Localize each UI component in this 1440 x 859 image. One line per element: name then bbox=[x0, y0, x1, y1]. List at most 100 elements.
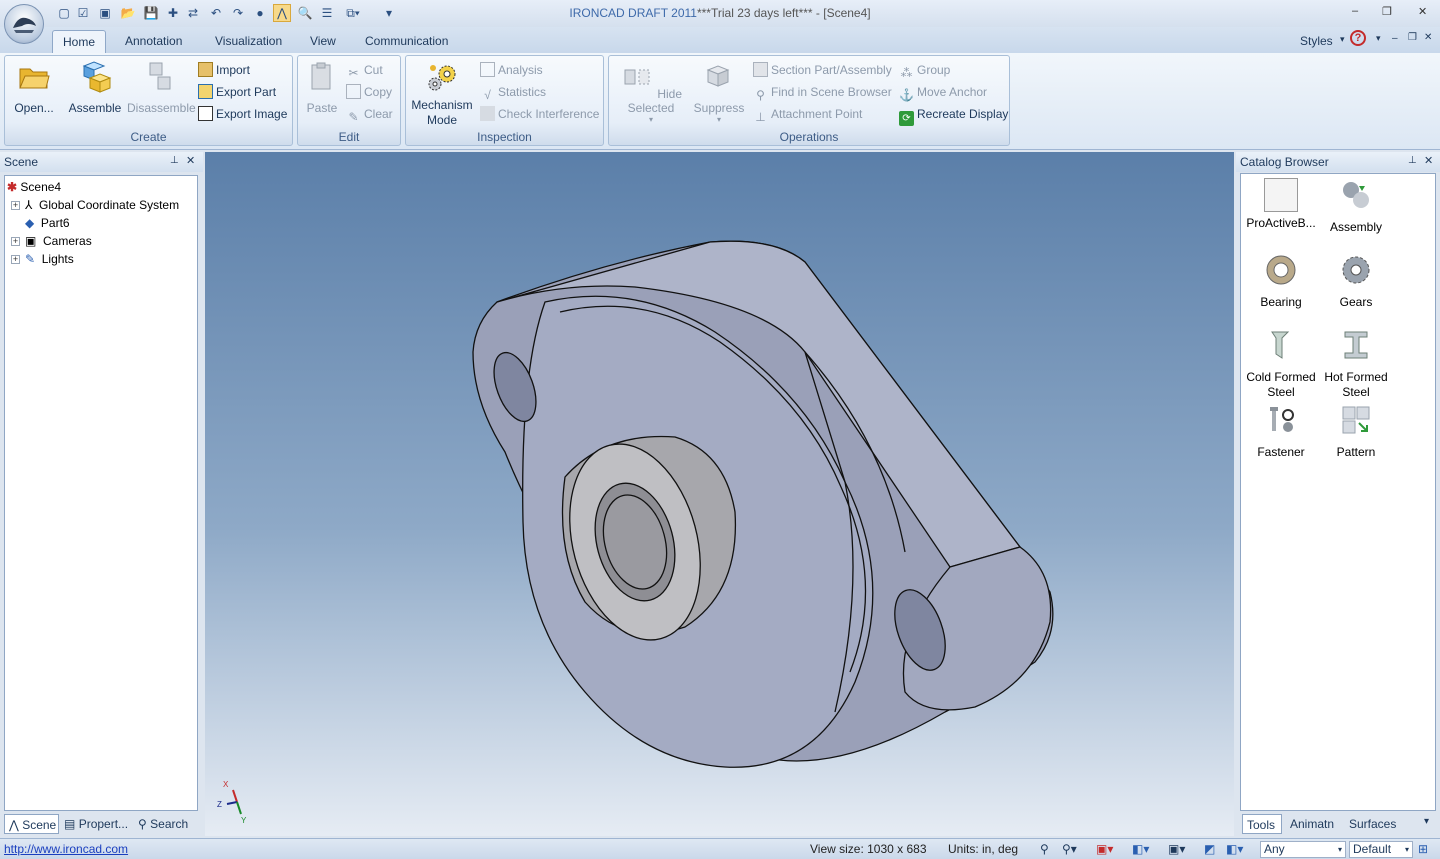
render-mode-icon[interactable]: ◧▾ bbox=[1132, 842, 1149, 856]
check-interference-button[interactable]: Check Interference bbox=[480, 105, 599, 123]
tab-scene[interactable]: ⋀ Scene bbox=[4, 814, 59, 834]
assembly-catalog-icon bbox=[1343, 182, 1369, 208]
tree-item-scene4[interactable]: ✱ Scene4 bbox=[7, 178, 61, 196]
attachment-point-button[interactable]: ⊥ Attachment Point bbox=[753, 105, 862, 124]
import-icon bbox=[198, 62, 213, 77]
display-mode-icon[interactable]: ◧▾ bbox=[1226, 842, 1243, 856]
paste-button[interactable]: Paste bbox=[302, 60, 342, 115]
ribbon-close-icon[interactable]: ✕ bbox=[1424, 32, 1432, 43]
tree-item-global-coordinate-system[interactable]: ⅄ Global Coordinate System bbox=[25, 196, 179, 214]
suppress-button[interactable]: Suppress ▾ bbox=[693, 60, 745, 124]
view-mode-icon[interactable]: ▣▾ bbox=[1096, 842, 1113, 856]
search-icon: ⚲ bbox=[138, 817, 147, 831]
analysis-button[interactable]: Analysis bbox=[480, 61, 543, 79]
catalog-tabs-dropdown-icon[interactable]: ▾ bbox=[1424, 816, 1429, 827]
ribbon-minimize-icon[interactable]: – bbox=[1392, 33, 1398, 44]
section-part-button[interactable]: Section Part/Assembly bbox=[753, 61, 892, 79]
export-part-icon bbox=[198, 84, 213, 99]
help-icon[interactable]: ? bbox=[1350, 30, 1366, 46]
selection-filter-select[interactable]: Any ▾ bbox=[1260, 841, 1346, 858]
tree-item-part6[interactable]: ◆ Part6 bbox=[25, 214, 70, 232]
zoom-icon[interactable]: ⚲ bbox=[1040, 842, 1049, 856]
copy-button[interactable]: Copy bbox=[346, 83, 392, 101]
tab-annotation[interactable]: Annotation bbox=[115, 30, 192, 53]
group-button[interactable]: ⁂ Group bbox=[899, 61, 951, 80]
clear-button[interactable]: ✎ Clear bbox=[346, 105, 392, 124]
tab-tools[interactable]: Tools bbox=[1242, 814, 1282, 834]
tab-view[interactable]: View bbox=[300, 30, 346, 53]
disassemble-button[interactable]: Disassemble bbox=[127, 60, 196, 115]
export-image-button[interactable]: Export Image bbox=[198, 105, 287, 123]
recreate-display-button[interactable]: ⟳ Recreate Display bbox=[899, 105, 1008, 126]
tab-animatn[interactable]: Animatn bbox=[1290, 814, 1334, 834]
tab-home[interactable]: Home bbox=[52, 30, 107, 53]
catalog-item-proactive[interactable]: ProActiveB... bbox=[1241, 178, 1321, 231]
properties-tab-icon: ▤ bbox=[64, 817, 76, 831]
zoom-dropdown-icon[interactable]: ⚲▾ bbox=[1062, 842, 1077, 856]
tab-visualization[interactable]: Visualization bbox=[205, 30, 292, 53]
expand-lights-icon[interactable]: + bbox=[11, 255, 20, 264]
catalog-item-gears[interactable]: Gears bbox=[1316, 253, 1396, 310]
import-button[interactable]: Import bbox=[198, 61, 250, 79]
group-create: Open... Assemble Disassemble Import Expo… bbox=[4, 55, 293, 146]
style-select[interactable]: Default ▾ bbox=[1349, 841, 1413, 858]
attachment-icon: ⊥ bbox=[755, 110, 766, 124]
tab-search[interactable]: ⚲ Search bbox=[138, 814, 188, 834]
tab-communication[interactable]: Communication bbox=[355, 30, 458, 53]
scene-close-icon[interactable]: ✕ bbox=[186, 154, 195, 167]
group-edit: Paste ✂ Cut Copy ✎ Clear Edit bbox=[297, 55, 401, 146]
catalog-pin-icon[interactable]: ⊥ bbox=[1408, 155, 1417, 166]
catalog-item-fastener[interactable]: Fastener bbox=[1241, 403, 1321, 460]
maximize-button[interactable]: ❐ bbox=[1382, 5, 1392, 18]
flange-bearing-part[interactable] bbox=[205, 152, 1234, 836]
network-icon[interactable]: ⊞ bbox=[1418, 842, 1428, 856]
fastener-icon bbox=[1270, 407, 1294, 432]
group-edit-label: Edit bbox=[338, 130, 360, 144]
3d-viewport[interactable]: X Z Y bbox=[205, 152, 1234, 836]
find-in-scene-button[interactable]: ⚲ Find in Scene Browser bbox=[753, 83, 892, 102]
open-button[interactable]: Open... bbox=[11, 60, 57, 115]
export-part-button[interactable]: Export Part bbox=[198, 83, 276, 101]
application-menu-button[interactable] bbox=[4, 4, 44, 44]
website-link[interactable]: http://www.ironcad.com bbox=[4, 842, 128, 856]
move-anchor-button[interactable]: ⚓ Move Anchor bbox=[899, 83, 987, 102]
assemble-button[interactable]: Assemble bbox=[65, 60, 125, 115]
coordinate-triad-icon bbox=[226, 789, 242, 815]
catalog-item-bearing[interactable]: Bearing bbox=[1241, 253, 1321, 310]
catalog-item-hot-formed-steel[interactable]: Hot Formed Steel bbox=[1316, 328, 1396, 400]
ribbon-restore-icon[interactable]: ❐ bbox=[1408, 32, 1417, 43]
catalog-item-assembly[interactable]: Assembly bbox=[1316, 178, 1396, 235]
styles-menu[interactable]: Styles bbox=[1300, 34, 1333, 48]
shading-icon[interactable]: ◩ bbox=[1204, 842, 1215, 856]
statistics-button[interactable]: √ Statistics bbox=[480, 83, 546, 102]
tab-surfaces[interactable]: Surfaces bbox=[1349, 814, 1396, 834]
tree-item-lights[interactable]: ✎ Lights bbox=[25, 250, 74, 268]
suppress-icon bbox=[706, 65, 730, 87]
tab-properties[interactable]: ▤ Propert... bbox=[64, 814, 128, 834]
tree-item-cameras[interactable]: ▣ Cameras bbox=[25, 232, 92, 250]
expand-gcs-icon[interactable]: + bbox=[11, 201, 20, 210]
styles-dropdown-icon[interactable]: ▾ bbox=[1340, 34, 1345, 45]
hide-selected-button[interactable]: Hide Selected ▾ bbox=[613, 60, 689, 124]
pattern-icon bbox=[1342, 406, 1370, 434]
cut-icon: ✂ bbox=[348, 66, 359, 80]
assemble-icon bbox=[82, 61, 112, 93]
catalog-item-pattern[interactable]: Pattern bbox=[1316, 403, 1396, 460]
camera-icon: ▣ bbox=[25, 234, 37, 248]
expand-cameras-icon[interactable]: + bbox=[11, 237, 20, 246]
group-operations-label: Operations bbox=[779, 130, 839, 144]
proactive-browser-icon bbox=[1264, 178, 1298, 212]
catalog-item-cold-formed-steel[interactable]: Cold Formed Steel bbox=[1241, 328, 1321, 400]
pin-icon[interactable]: ⊥ bbox=[170, 155, 179, 166]
mechanism-mode-button[interactable]: Mechanism Mode bbox=[409, 60, 475, 128]
part-icon: ◆ bbox=[25, 216, 35, 230]
close-button[interactable]: ✕ bbox=[1418, 5, 1427, 18]
help-dropdown-icon[interactable]: ▾ bbox=[1376, 33, 1381, 44]
minimize-button[interactable]: – bbox=[1352, 5, 1358, 17]
camera-mode-icon[interactable]: ▣▾ bbox=[1168, 842, 1185, 856]
catalog-close-icon[interactable]: ✕ bbox=[1424, 154, 1433, 167]
triad-y-label: Y bbox=[241, 816, 247, 825]
group-create-label: Create bbox=[130, 130, 167, 144]
cut-button[interactable]: ✂ Cut bbox=[346, 61, 382, 80]
group-icon: ⁂ bbox=[900, 66, 913, 80]
